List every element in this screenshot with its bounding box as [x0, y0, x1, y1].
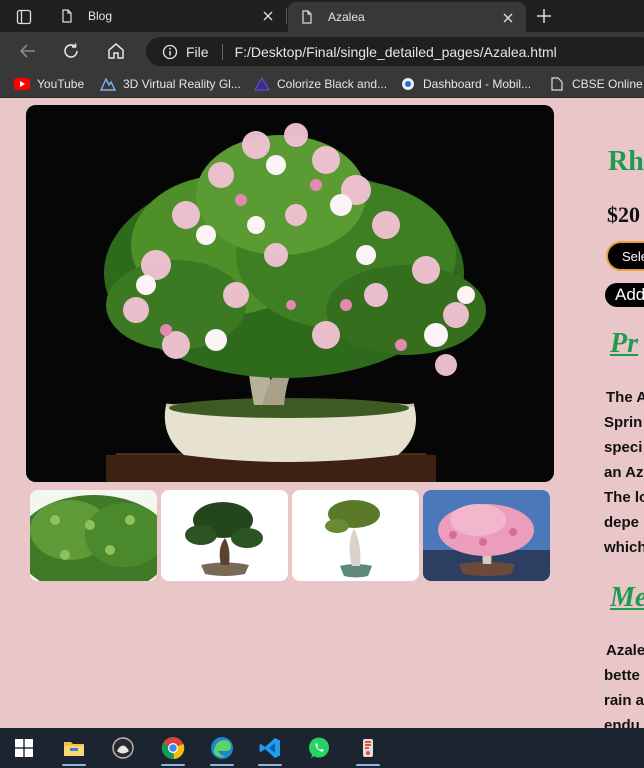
taskbar	[0, 728, 644, 768]
thumbnail-3[interactable]	[292, 490, 419, 581]
running-indicator	[161, 764, 185, 766]
windows-start-icon	[15, 739, 33, 757]
refresh-icon	[64, 43, 78, 58]
page-content: Rh $20 Sele Add Pr The A Sprin speci an …	[0, 98, 644, 728]
new-tab-button[interactable]	[534, 6, 554, 26]
git-gui-icon	[363, 739, 373, 757]
paragraph-line: rain a	[604, 692, 644, 709]
tab-title: Blog	[88, 9, 113, 23]
bonsai-tree-2	[292, 490, 419, 581]
inkscape-icon	[112, 737, 134, 759]
paragraph-line: bette	[604, 667, 640, 684]
info-icon[interactable]	[162, 44, 178, 60]
close-tab-icon[interactable]	[260, 8, 276, 24]
address-divider	[221, 43, 223, 60]
thumbnail-2[interactable]	[161, 490, 288, 581]
thumbnail-4[interactable]	[423, 490, 550, 581]
address-scheme: File	[186, 43, 209, 60]
page-icon	[302, 10, 312, 24]
vr-icon	[100, 76, 116, 92]
close-tab-icon[interactable]	[500, 10, 516, 26]
tab-azalea[interactable]: Azalea	[288, 2, 526, 32]
taskbar-file-explorer[interactable]	[56, 732, 92, 766]
dashboard-icon	[400, 76, 416, 92]
youtube-icon	[14, 76, 30, 92]
section-heading: Pr	[610, 328, 638, 359]
colorize-icon	[254, 76, 270, 92]
paragraph-line: Azale	[606, 642, 644, 659]
bookmark-cbse-online[interactable]: CBSE Online -	[549, 76, 644, 92]
page-icon	[549, 76, 565, 92]
tab-separator	[286, 8, 287, 24]
tab-title: Azalea	[328, 10, 365, 24]
bookmark-youtube[interactable]: YouTube	[14, 76, 84, 92]
back-button[interactable]	[17, 40, 39, 62]
tab-bar: Blog Azalea	[0, 0, 644, 32]
tab-actions-icon	[16, 9, 32, 25]
paragraph-line: The lo	[604, 489, 644, 506]
bonsai-tree-1	[161, 490, 288, 581]
running-indicator	[62, 764, 86, 766]
bookmark-label: YouTube	[37, 77, 85, 91]
plus-icon	[537, 9, 551, 23]
chrome-icon	[161, 737, 185, 760]
taskbar-edge[interactable]	[204, 732, 240, 766]
taskbar-chrome[interactable]	[155, 732, 191, 766]
edge-icon	[211, 737, 233, 759]
bookmark-label: CBSE Online -	[572, 77, 644, 91]
bookmark-label: Dashboard - Mobil...	[423, 77, 532, 91]
refresh-button[interactable]	[60, 40, 82, 62]
main-product-image[interactable]	[26, 105, 554, 482]
paragraph-line: The A	[606, 389, 644, 406]
vscode-icon	[259, 738, 280, 758]
pink-azalea-bonsai	[423, 490, 550, 581]
running-indicator	[356, 764, 380, 766]
whatsapp-icon	[309, 737, 329, 758]
bookmark-dashboard[interactable]: Dashboard - Mobil...	[400, 76, 531, 92]
bookmarks-bar: YouTube 3D Virtual Reality Gl... Coloriz…	[0, 70, 644, 98]
paragraph-line: depe	[604, 514, 640, 531]
section-heading: Me	[610, 582, 644, 613]
paragraph-line: endu	[604, 717, 640, 728]
running-indicator	[210, 764, 234, 766]
back-arrow-icon	[19, 44, 35, 58]
paragraph-line: speci	[604, 439, 643, 456]
home-button[interactable]	[105, 40, 127, 62]
taskbar-whatsapp[interactable]	[301, 732, 337, 764]
azalea-leaves-closeup	[30, 490, 157, 581]
bookmark-3d-virtual-reality[interactable]: 3D Virtual Reality Gl...	[100, 76, 241, 92]
bookmark-colorize[interactable]: Colorize Black and...	[254, 76, 387, 92]
file-explorer-icon	[64, 742, 84, 756]
azalea-bonsai-photo	[26, 105, 554, 482]
windows-start-button[interactable]	[6, 732, 42, 764]
tab-blog[interactable]: Blog	[48, 0, 286, 32]
address-url[interactable]: F:/Desktop/Final/single_detailed_pages/A…	[235, 44, 557, 60]
running-indicator	[258, 764, 282, 766]
bookmark-label: 3D Virtual Reality Gl...	[123, 77, 241, 91]
paragraph-line: an Az	[604, 464, 644, 481]
tab-actions-button[interactable]	[8, 6, 40, 28]
product-title: Rh	[608, 146, 644, 177]
paragraph-line: Sprin	[604, 414, 643, 431]
thumbnail-1[interactable]	[30, 490, 157, 581]
add-to-cart-button[interactable]: Add	[605, 283, 644, 307]
navigation-toolbar: File F:/Desktop/Final/single_detailed_pa…	[0, 32, 644, 70]
taskbar-vscode[interactable]	[252, 732, 288, 766]
address-bar[interactable]: File F:/Desktop/Final/single_detailed_pa…	[146, 37, 644, 66]
product-price: $20	[607, 202, 640, 227]
taskbar-git-gui[interactable]	[350, 732, 386, 766]
home-icon	[108, 43, 124, 59]
page-icon	[62, 9, 72, 23]
paragraph-line: which	[604, 539, 644, 556]
select-button[interactable]: Sele	[606, 241, 644, 271]
bookmark-label: Colorize Black and...	[277, 77, 388, 91]
taskbar-inkscape[interactable]	[105, 732, 141, 764]
